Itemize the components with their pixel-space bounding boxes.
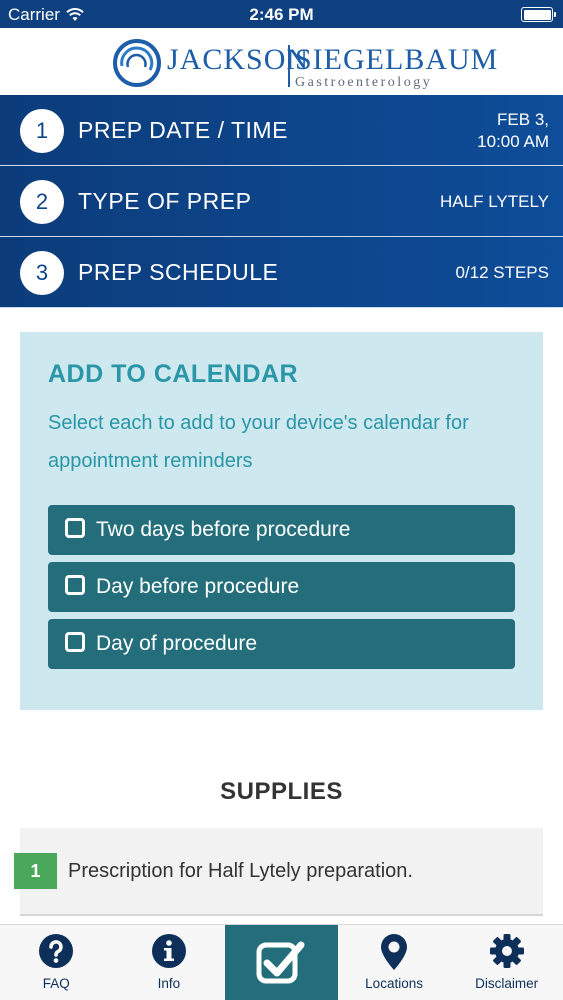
tab-label: Info: [157, 976, 181, 991]
prep-steps: 1 PREP DATE / TIME FEB 3, 10:00 AM 2 TYP…: [0, 95, 563, 308]
step-value: 0/12 STEPS: [455, 262, 549, 282]
checkbox-unchecked-icon[interactable]: [65, 518, 85, 538]
step-number-badge: 1: [20, 109, 64, 153]
supply-text: Prescription for Half Lytely preparation…: [68, 860, 413, 882]
supply-number-badge: 1: [14, 853, 57, 889]
step-prep-date-time[interactable]: 1 PREP DATE / TIME FEB 3, 10:00 AM: [0, 95, 563, 166]
tab-label: Disclaimer: [475, 976, 539, 991]
step-number-badge: 2: [20, 180, 64, 224]
status-time: 2:46 PM: [249, 5, 314, 24]
calendar-option-label: Day of procedure: [96, 632, 258, 655]
tab-checklist[interactable]: [225, 925, 338, 1000]
calendar-option-two-days-before[interactable]: Two days before procedure: [48, 505, 515, 555]
tab-bar: FAQ Info Locations Disclaimer: [0, 924, 563, 1000]
add-to-calendar-panel: ADD TO CALENDAR Select each to add to yo…: [20, 332, 543, 710]
gear-icon: [489, 934, 524, 968]
tab-label: Locations: [365, 976, 423, 991]
step-title: PREP DATE / TIME: [78, 117, 288, 143]
map-pin-icon: [381, 934, 408, 970]
calendar-title: ADD TO CALENDAR: [48, 360, 299, 388]
tab-disclaimer[interactable]: Disclaimer: [450, 925, 563, 1000]
logo-wordmark-right: SIEGELBAUM: [295, 43, 499, 76]
step-number-badge: 3: [20, 251, 64, 295]
supply-item: 1 Prescription for Half Lytely preparati…: [14, 828, 543, 916]
step-title: PREP SCHEDULE: [78, 259, 279, 285]
question-circle-icon: [39, 934, 74, 968]
step-value: HALF LYTELY: [440, 191, 549, 211]
step-value: FEB 3, 10:00 AM: [477, 109, 549, 151]
calendar-option-day-of[interactable]: Day of procedure: [48, 619, 515, 669]
step-prep-schedule[interactable]: 3 PREP SCHEDULE 0/12 STEPS: [0, 237, 563, 308]
tab-info[interactable]: Info: [113, 925, 226, 1000]
checkbox-checked-icon: [256, 941, 305, 984]
battery-icon: [521, 7, 556, 22]
checkbox-unchecked-icon[interactable]: [65, 632, 85, 652]
checkbox-unchecked-icon[interactable]: [65, 575, 85, 595]
app-header: JACKSON SIEGELBAUM Gastroenterology: [0, 28, 563, 95]
step-title: TYPE OF PREP: [78, 188, 252, 214]
logo-subtitle: Gastroenterology: [295, 75, 433, 90]
info-circle-icon: [151, 934, 186, 968]
tab-label: FAQ: [42, 976, 70, 991]
calendar-option-label: Two days before procedure: [96, 518, 351, 541]
status-bar: Carrier 2:46 PM: [0, 0, 563, 28]
logo-swirl-icon: [113, 39, 161, 87]
calendar-option-label: Day before procedure: [96, 575, 300, 598]
step-type-of-prep[interactable]: 2 TYPE OF PREP HALF LYTELY: [0, 166, 563, 237]
calendar-option-day-before[interactable]: Day before procedure: [48, 562, 515, 612]
supplies-heading: SUPPLIES: [220, 778, 343, 805]
tab-locations[interactable]: Locations: [338, 925, 451, 1000]
practice-logo: JACKSON SIEGELBAUM Gastroenterology: [112, 34, 497, 90]
tab-faq[interactable]: FAQ: [0, 925, 113, 1000]
calendar-description: Select each to add to your device's cale…: [48, 412, 469, 472]
logo-divider: [288, 45, 290, 87]
